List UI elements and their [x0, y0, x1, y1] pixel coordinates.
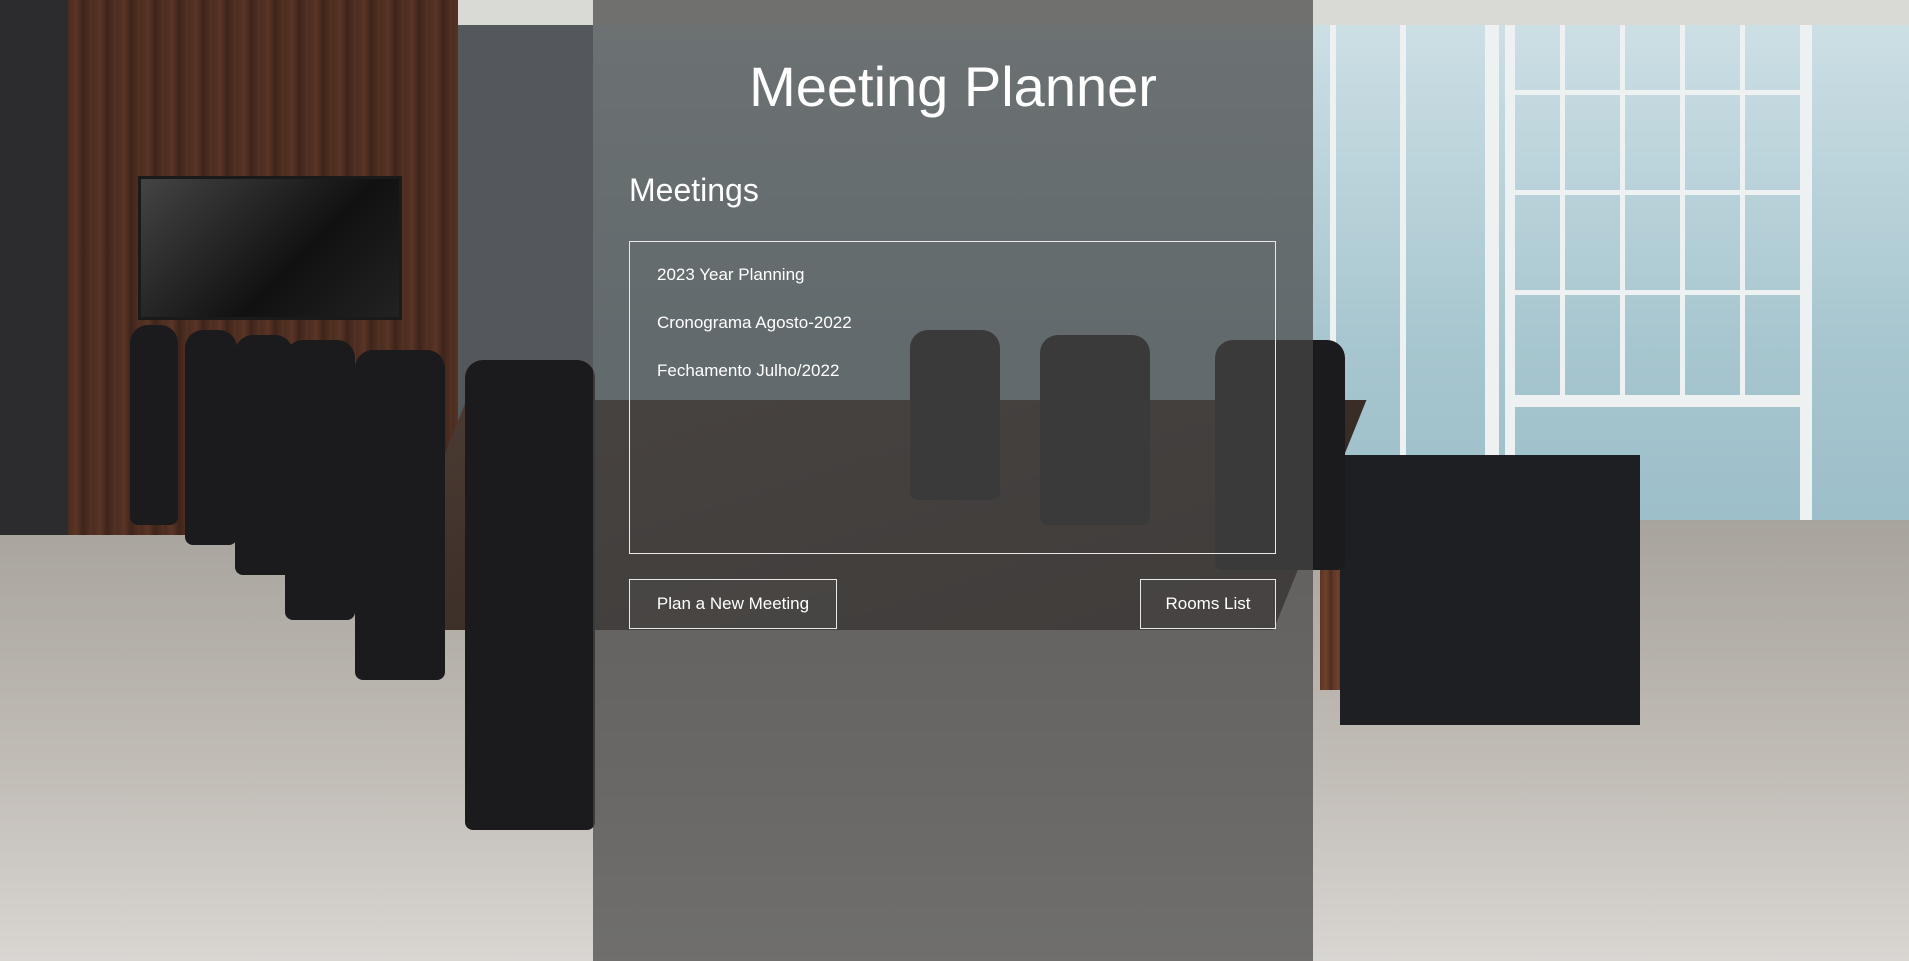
page-title: Meeting Planner — [749, 55, 1157, 118]
plan-new-meeting-button[interactable]: Plan a New Meeting — [629, 579, 837, 629]
meeting-item[interactable]: Cronograma Agosto-2022 — [657, 312, 1275, 360]
rooms-list-button[interactable]: Rooms List — [1140, 579, 1276, 629]
meeting-item[interactable]: Fechamento Julho/2022 — [657, 360, 1275, 408]
meetings-heading: Meetings — [629, 172, 759, 208]
background-tv — [138, 176, 402, 320]
meetings-list: 2023 Year Planning Cronograma Agosto-202… — [629, 241, 1276, 554]
meeting-item[interactable]: 2023 Year Planning — [657, 264, 1275, 312]
